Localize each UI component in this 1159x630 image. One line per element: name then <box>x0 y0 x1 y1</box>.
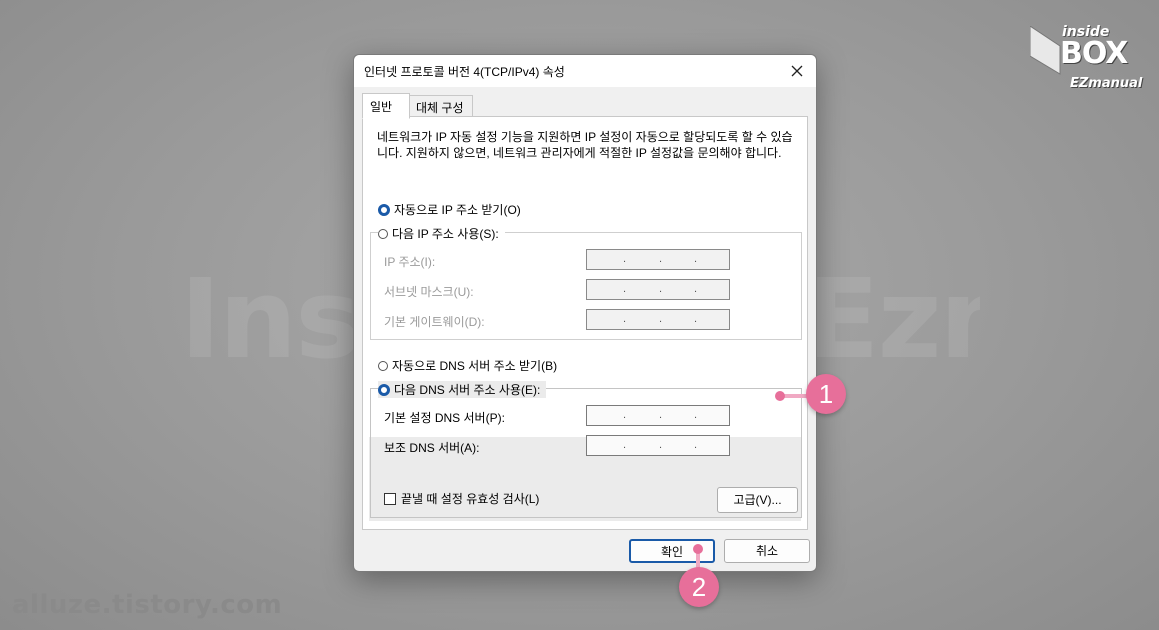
radio-selected-icon <box>378 203 390 216</box>
description-text: 네트워크가 IP 자동 설정 기능을 지원하면 IP 설정이 자동으로 할당되도… <box>377 130 793 160</box>
cancel-button[interactable]: 취소 <box>724 539 810 563</box>
ip-address-field[interactable]: ... <box>586 249 730 270</box>
validate-settings-label: 끝낼 때 설정 유효성 검사(L) <box>401 492 540 506</box>
dns-manual-radio[interactable]: 다음 DNS 서버 주소 사용(E): <box>378 381 547 398</box>
subnet-mask-field[interactable]: ... <box>586 279 730 300</box>
ip-auto-radio[interactable]: 자동으로 IP 주소 받기(O) <box>378 201 521 218</box>
radio-unselected-icon <box>378 360 388 371</box>
default-gateway-label: 기본 게이트웨이(D): <box>384 315 485 329</box>
preferred-dns-label: 기본 설정 DNS 서버(P): <box>384 411 505 425</box>
dns-auto-radio[interactable]: 자동으로 DNS 서버 주소 받기(B) <box>378 357 557 374</box>
default-gateway-field[interactable]: ... <box>586 309 730 330</box>
validate-settings-checkbox[interactable]: 끝낼 때 설정 유효성 검사(L) <box>384 490 539 507</box>
subnet-mask-label: 서브넷 마스크(U): <box>384 285 474 299</box>
dialog-title: 인터넷 프로토콜 버전 4(TCP/IPv4) 속성 <box>364 65 565 79</box>
callout-2-badge: 2 <box>679 567 719 607</box>
insidebox-logo: inside BOX EZmanual <box>1030 24 1142 94</box>
callout-1-badge: 1 <box>806 374 846 414</box>
close-button[interactable] <box>784 59 810 83</box>
dialog-titlebar: 인터넷 프로토콜 버전 4(TCP/IPv4) 속성 <box>354 55 816 87</box>
dns-auto-label: 자동으로 DNS 서버 주소 받기(B) <box>392 359 558 373</box>
tab-alternate-label: 대체 구성 <box>416 101 464 115</box>
ip-manual-radio[interactable]: 다음 IP 주소 사용(S): <box>378 225 505 242</box>
tab-general-label: 일반 <box>370 100 393 114</box>
tcpip-properties-dialog: 인터넷 프로토콜 버전 4(TCP/IPv4) 속성 일반 대체 구성 네트워크… <box>353 54 817 572</box>
logo-box-text: BOX <box>1060 36 1128 71</box>
close-icon <box>791 65 803 77</box>
tab-general[interactable]: 일반 <box>362 93 410 119</box>
ip-address-label: IP 주소(I): <box>384 255 436 269</box>
advanced-button[interactable]: 고급(V)... <box>717 487 798 513</box>
general-tab-panel: 네트워크가 IP 자동 설정 기능을 지원하면 IP 설정이 자동으로 할당되도… <box>362 116 808 530</box>
footer-url-watermark: alluze.tistory.com <box>12 590 283 620</box>
ip-auto-label: 자동으로 IP 주소 받기(O) <box>394 203 521 217</box>
radio-selected-icon <box>378 383 390 396</box>
checkbox-unchecked-icon <box>384 492 396 505</box>
callout-2-dot <box>693 544 703 554</box>
preferred-dns-field[interactable]: ... <box>586 405 730 426</box>
dns-manual-label: 다음 DNS 서버 주소 사용(E): <box>394 383 541 397</box>
alternate-dns-field[interactable]: ... <box>586 435 730 456</box>
tab-alternate-configuration[interactable]: 대체 구성 <box>409 95 473 117</box>
ip-manual-label: 다음 IP 주소 사용(S): <box>392 227 499 241</box>
alternate-dns-label: 보조 DNS 서버(A): <box>384 441 480 455</box>
radio-unselected-icon <box>378 228 388 239</box>
logo-ezmanual-text: EZmanual <box>1070 76 1143 91</box>
callout-1-dot <box>775 391 785 401</box>
